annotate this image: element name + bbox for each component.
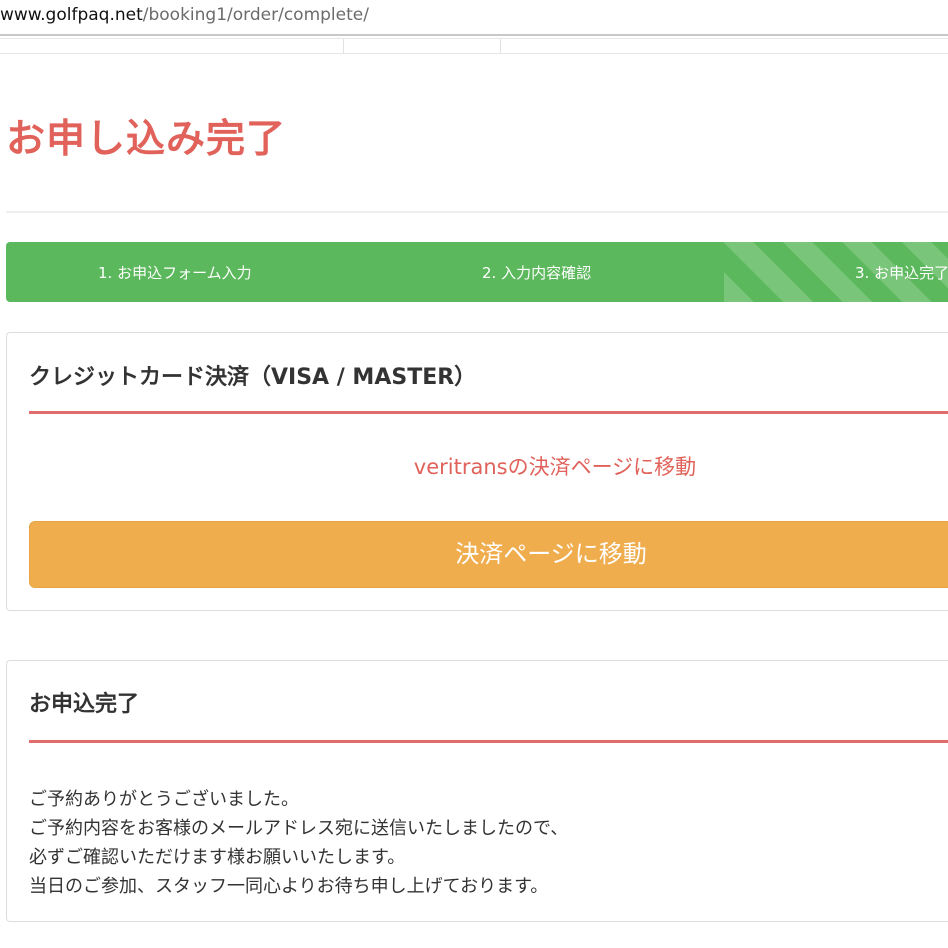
completion-message: ご予約ありがとうございました。 ご予約内容をお客様のメールアドレス宛に送信いたし… xyxy=(29,785,568,901)
redirect-notice: veritransの決済ページに移動 xyxy=(413,455,697,479)
message-line: 当日のご参加、スタッフ一同心よりお待ち申し上げております。 xyxy=(29,876,549,897)
url-path: /booking1/order/complete/ xyxy=(142,5,369,25)
message-line: ご予約ありがとうございました。 xyxy=(29,789,299,810)
title-divider xyxy=(6,211,948,213)
credit-card-payment-panel: クレジットカード決済（VISA / MASTER） veritransの決済ペー… xyxy=(6,332,948,611)
site-nav-strip xyxy=(0,38,948,54)
go-to-payment-button[interactable]: 決済ページに移動 xyxy=(29,521,948,588)
order-complete-panel: お申込完了 ご予約ありがとうございました。 ご予約内容をお客様のメールアドレス宛… xyxy=(6,660,948,922)
step-1: 1. お申込フォーム入力 xyxy=(98,264,252,282)
progress-steps: 1. お申込フォーム入力 2. 入力内容確認 3. お申込完了 xyxy=(6,242,948,302)
step-2: 2. 入力内容確認 xyxy=(482,264,592,282)
step-3: 3. お申込完了 xyxy=(855,264,948,282)
payment-panel-title: クレジットカード決済（VISA / MASTER） xyxy=(29,365,477,390)
message-line: ご予約内容をお客様のメールアドレス宛に送信いたしましたので、 xyxy=(29,818,569,839)
url-host: www.golfpaq.net xyxy=(0,5,143,25)
nav-divider xyxy=(343,39,344,53)
page-title: お申し込み完了 xyxy=(6,117,287,162)
message-line: 必ずご確認いただけます様お願いいたします。 xyxy=(29,847,406,868)
complete-panel-title: お申込完了 xyxy=(29,692,140,717)
address-bar[interactable]: www.golfpaq.net/booking1/order/complete/ xyxy=(0,0,948,36)
nav-divider xyxy=(500,39,501,53)
url-text[interactable]: www.golfpaq.net/booking1/order/complete/ xyxy=(0,5,369,25)
payment-panel-divider xyxy=(29,411,948,414)
complete-panel-divider xyxy=(29,740,948,743)
